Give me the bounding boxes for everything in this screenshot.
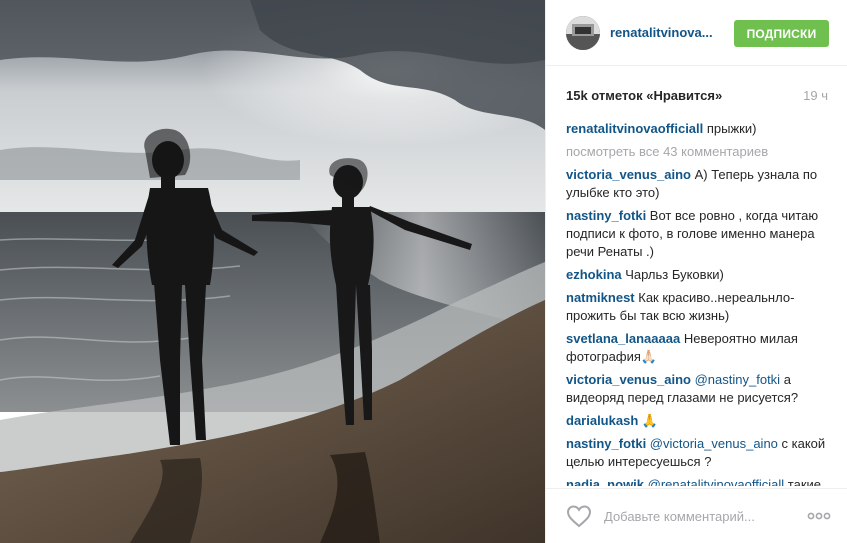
comment-item: natmiknest Как красиво..нереальнло-прожи… — [566, 289, 832, 325]
caption-username[interactable]: renatalitvinovaofficiall — [566, 121, 703, 136]
comment-item: nastiny_fotki @victoria_venus_aino с как… — [566, 435, 832, 471]
comment-item: ezhokina Чарльз Буковки) — [566, 266, 832, 284]
post-actions-bar — [546, 488, 847, 543]
comment-text: 🙏 — [638, 413, 659, 428]
comment-mention[interactable]: @victoria_venus_aino — [646, 436, 778, 451]
post-time-ago[interactable]: 19 ч — [803, 88, 828, 103]
caption: renatalitvinovaofficiall прыжки) — [566, 120, 832, 138]
beach-photo-image — [0, 0, 545, 543]
post-stats: 15k отметок «Нравится» 19 ч — [566, 86, 828, 106]
comment-mention[interactable]: @nastiny_fotki — [691, 372, 780, 387]
comment-username[interactable]: natmiknest — [566, 290, 635, 305]
owner-avatar[interactable] — [566, 16, 600, 50]
comment-text: Чарльз Буковки) — [621, 267, 724, 282]
follow-button[interactable]: ПОДПИСКИ — [734, 20, 829, 47]
post-details-panel: renatalitvinova... ПОДПИСКИ 15k отметок … — [545, 0, 847, 543]
load-more-comments-link[interactable]: посмотреть все 43 комментариев — [566, 143, 832, 161]
comment-item: svetlana_lanaaaaa Невероятно милая фотог… — [566, 330, 832, 366]
likes-count[interactable]: 15k отметок «Нравится» — [566, 88, 722, 103]
post-photo[interactable] — [0, 0, 545, 543]
heart-icon[interactable] — [566, 504, 592, 528]
comments-list[interactable]: renatalitvinovaofficiall прыжки) посмотр… — [566, 120, 832, 486]
comment-username[interactable]: ezhokina — [566, 267, 622, 282]
comment-username[interactable]: victoria_venus_aino — [566, 167, 691, 182]
comment-username[interactable]: svetlana_lanaaaaa — [566, 331, 680, 346]
ellipsis-icon[interactable] — [806, 507, 832, 525]
comment-item: victoria_venus_aino А) Теперь узнала по … — [566, 166, 832, 202]
comment-username[interactable]: nastiny_fotki — [566, 208, 646, 223]
caption-text: прыжки) — [703, 121, 757, 136]
comment-mention[interactable]: @renatalitvinovaofficiall — [644, 477, 785, 486]
comment-item: nastiny_fotki Вот все ровно , когда чита… — [566, 207, 832, 261]
avatar-image — [566, 16, 600, 50]
owner-username-link[interactable]: renatalitvinova... — [610, 25, 713, 40]
instagram-post-view: renatalitvinova... ПОДПИСКИ 15k отметок … — [0, 0, 847, 543]
post-header: renatalitvinova... ПОДПИСКИ — [546, 0, 847, 66]
comment-username[interactable]: nadja_nowik — [566, 477, 644, 486]
comment-item: victoria_venus_aino @nastiny_fotki а вид… — [566, 371, 832, 407]
comment-username[interactable]: nastiny_fotki — [566, 436, 646, 451]
comment-item: darialukash 🙏 — [566, 412, 832, 430]
add-comment-input[interactable] — [604, 503, 799, 529]
comment-item: nadja_nowik @renatalitvinovaofficiall та… — [566, 476, 832, 486]
comment-username[interactable]: victoria_venus_aino — [566, 372, 691, 387]
comment-username[interactable]: darialukash — [566, 413, 638, 428]
